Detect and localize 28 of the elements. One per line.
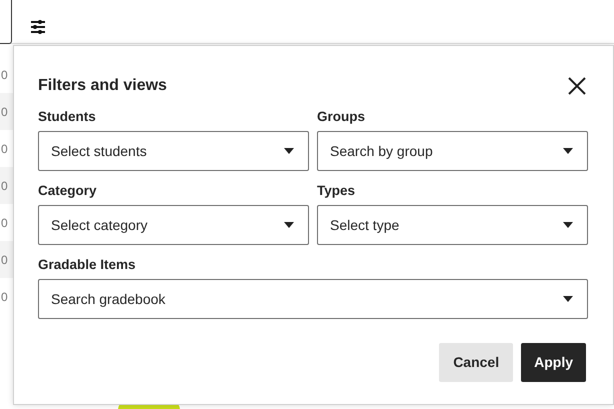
dialog-title: Filters and views bbox=[38, 76, 167, 96]
table-cell-text: 0 bbox=[1, 252, 8, 268]
table-cell-text: 0 bbox=[1, 104, 8, 120]
field-label: Gradable Items bbox=[38, 257, 136, 274]
search-field[interactable] bbox=[0, 0, 12, 44]
caret-icon bbox=[563, 148, 573, 154]
caret-icon bbox=[563, 296, 573, 302]
table-cell-text: 0 bbox=[1, 140, 8, 158]
caret-icon bbox=[563, 222, 573, 228]
select-field[interactable]: Select type bbox=[317, 205, 588, 246]
cancel-button[interactable]: Cancel bbox=[439, 343, 514, 382]
close-icon[interactable] bbox=[568, 76, 586, 95]
select-field[interactable]: Search by group bbox=[317, 131, 588, 172]
table-cell-text: 0 bbox=[1, 66, 8, 84]
field-label: Types bbox=[317, 183, 356, 200]
caret-icon bbox=[284, 148, 294, 154]
table-cell-text: 0 bbox=[1, 178, 8, 194]
caret-icon bbox=[284, 222, 294, 228]
field-label: Category bbox=[38, 183, 97, 200]
table-cell-text: 0 bbox=[1, 214, 8, 232]
apply-button[interactable]: Apply bbox=[521, 343, 586, 382]
select-field[interactable]: Select category bbox=[38, 205, 309, 246]
select-field[interactable]: Search gradebook bbox=[38, 279, 588, 320]
table-cell-text: 0 bbox=[1, 288, 8, 306]
filter-icon[interactable] bbox=[31, 20, 45, 34]
field-label: Groups bbox=[317, 109, 366, 126]
select-field[interactable]: Select students bbox=[38, 131, 309, 172]
field-label: Students bbox=[38, 109, 96, 126]
